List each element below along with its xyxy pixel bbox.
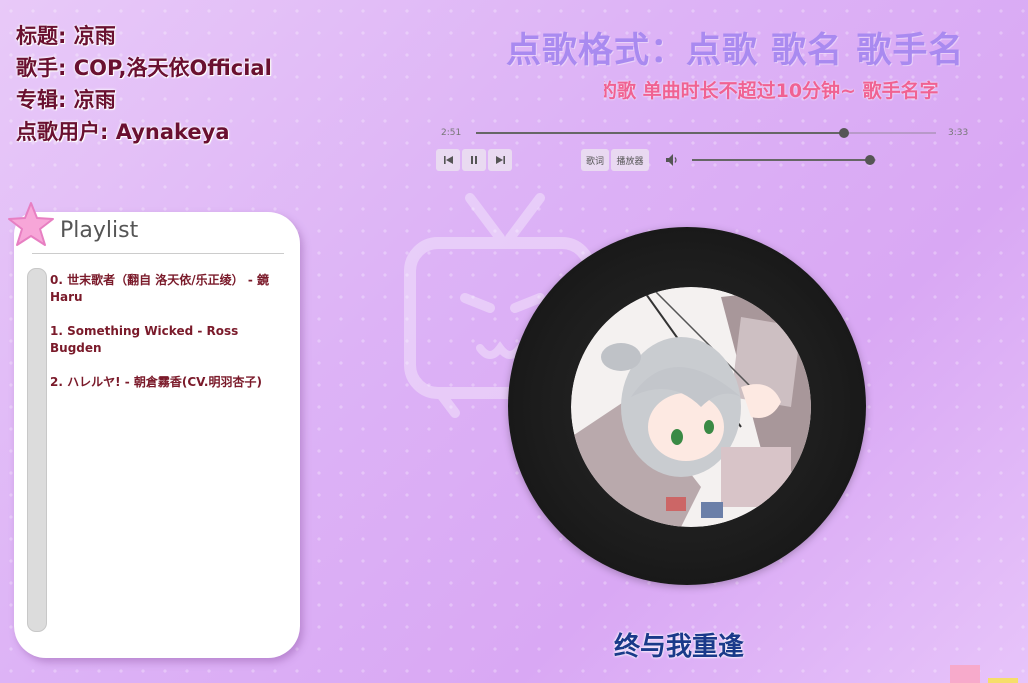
song-info: 标题: 凉雨 歌手: COP,洛天依Official 专辑: 凉雨 点歌用户: … xyxy=(16,20,272,148)
current-lyric: 终与我重逢 xyxy=(614,632,745,662)
request-format-headline: 点歌格式：点歌 歌名 歌手名 xyxy=(506,31,965,71)
corner-decoration-yellow xyxy=(988,678,1018,683)
marquee-container: 的歌 单曲时长不超过10分钟~ 歌手名字 xyxy=(604,76,1028,106)
song-artist: 歌手: COP,洛天依Official xyxy=(16,56,272,80)
current-time: 2:51 xyxy=(441,128,462,138)
previous-button[interactable] xyxy=(436,149,460,171)
player-button[interactable]: 播放器 xyxy=(611,149,649,171)
total-time: 3:33 xyxy=(948,128,969,138)
song-title: 标题: 凉雨 xyxy=(16,24,116,48)
progress-bar[interactable] xyxy=(476,128,936,138)
lyrics-button[interactable]: 歌词 xyxy=(581,149,609,171)
playlist-item[interactable]: 0. 世末歌者（翻自 洛天依/乐正绫） - 鏡Haru xyxy=(50,272,286,306)
song-requester: 点歌用户: Aynakeya xyxy=(16,120,230,144)
next-button[interactable] xyxy=(488,149,512,171)
playlist-items: 0. 世末歌者（翻自 洛天依/乐正绫） - 鏡Haru 1. Something… xyxy=(50,272,286,408)
volume-icon[interactable] xyxy=(666,154,680,166)
playlist-divider xyxy=(32,253,284,254)
volume-knob[interactable] xyxy=(865,155,876,165)
pause-button[interactable] xyxy=(462,149,486,171)
playlist-panel: Playlist 0. 世末歌者（翻自 洛天依/乐正绫） - 鏡Haru 1. … xyxy=(14,212,300,658)
album-cover-image xyxy=(571,287,811,527)
pause-icon xyxy=(471,156,477,164)
playlist-scrollbar[interactable] xyxy=(27,268,47,632)
playlist-item[interactable]: 2. ハレルヤ! - 朝倉霧香(CV.明羽杏子) xyxy=(50,374,286,391)
previous-icon xyxy=(443,156,453,164)
star-icon xyxy=(8,202,54,246)
progress-knob[interactable] xyxy=(839,128,849,138)
corner-decoration-pink xyxy=(950,665,980,683)
song-album: 专辑: 凉雨 xyxy=(16,88,116,112)
next-icon xyxy=(495,156,505,164)
playlist-title: Playlist xyxy=(60,218,139,243)
marquee-text: 的歌 单曲时长不超过10分钟~ 歌手名字 xyxy=(604,80,939,102)
volume-slider[interactable] xyxy=(692,155,876,165)
playlist-item[interactable]: 1. Something Wicked - Ross Bugden xyxy=(50,323,286,357)
volume-fill xyxy=(692,159,871,161)
progress-fill xyxy=(476,132,844,134)
